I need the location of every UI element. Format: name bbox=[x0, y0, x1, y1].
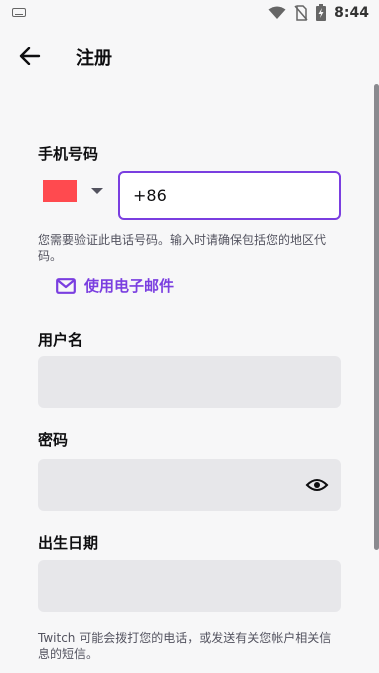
caret-down-icon bbox=[91, 188, 103, 194]
status-time: 8:44 bbox=[334, 4, 369, 21]
birthdate-label: 出生日期 bbox=[38, 534, 99, 552]
phone-label: 手机号码 bbox=[38, 145, 99, 163]
phone-input[interactable] bbox=[118, 171, 341, 220]
phone-hint: 您需要验证此电话号码。输入时请确保包括您的地区代码。 bbox=[38, 233, 327, 263]
username-input[interactable] bbox=[38, 356, 341, 408]
show-password-button[interactable] bbox=[305, 474, 329, 496]
username-label: 用户名 bbox=[38, 331, 84, 349]
username-field[interactable] bbox=[38, 356, 341, 408]
sms-disclaimer: Twitch 可能会拨打您的电话，或发送有关您帐户相关信息的短信。 bbox=[38, 631, 332, 661]
birthdate-input[interactable] bbox=[38, 560, 341, 612]
status-bar: 8:44 bbox=[0, 0, 379, 26]
arrow-left-icon bbox=[19, 47, 41, 65]
mail-icon bbox=[56, 277, 76, 294]
app-bar: 注册 bbox=[0, 34, 379, 78]
page-title: 注册 bbox=[76, 48, 112, 69]
eye-icon bbox=[305, 479, 329, 491]
country-code-selector[interactable] bbox=[38, 176, 108, 206]
use-email-label: 使用电子邮件 bbox=[84, 277, 175, 295]
keyboard-icon bbox=[12, 8, 26, 17]
country-flag bbox=[43, 180, 77, 202]
no-sim-icon bbox=[294, 4, 308, 21]
status-icons: 8:44 bbox=[268, 4, 369, 21]
use-email-link[interactable]: 使用电子邮件 bbox=[56, 275, 174, 296]
birthdate-field[interactable] bbox=[38, 560, 341, 612]
scrollbar[interactable] bbox=[374, 84, 379, 550]
wifi-icon bbox=[268, 6, 286, 19]
back-button[interactable] bbox=[16, 42, 44, 70]
battery-charging-icon bbox=[316, 4, 327, 21]
password-field[interactable] bbox=[38, 459, 341, 511]
password-label: 密码 bbox=[38, 431, 69, 449]
password-input[interactable] bbox=[38, 459, 341, 511]
